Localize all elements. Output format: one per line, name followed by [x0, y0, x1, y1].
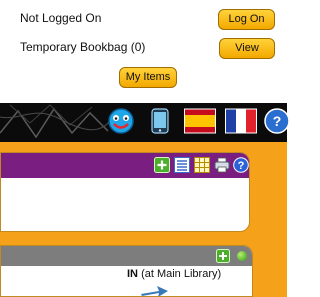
list-view-icon[interactable] [174, 157, 190, 173]
add-icon[interactable] [216, 249, 230, 263]
svg-text:?: ? [238, 160, 245, 172]
add-icon[interactable] [154, 157, 170, 173]
account-panel: Not Logged On Log On Temporary Bookbag (… [0, 0, 287, 96]
status-dot-icon [237, 251, 247, 261]
grid-view-icon[interactable] [194, 157, 210, 173]
phone-icon[interactable] [151, 108, 169, 134]
login-status-text: Not Logged On [20, 11, 102, 25]
availability-status: IN [127, 268, 138, 280]
record-panel: IN (at Main Library) [0, 245, 253, 297]
print-icon[interactable] [214, 157, 230, 173]
my-items-button[interactable]: My Items [119, 67, 177, 88]
search-panel: ? [0, 152, 250, 232]
bookbag-status-text: Temporary Bookbag (0) [20, 40, 146, 54]
search-panel-header: ? [1, 153, 249, 178]
svg-text:?: ? [273, 113, 282, 129]
help-globe-icon[interactable]: ? [264, 108, 290, 134]
smiley-icon[interactable] [106, 108, 136, 134]
arrow-icon [141, 286, 168, 296]
availability-text: IN (at Main Library) [127, 268, 221, 280]
help-icon[interactable]: ? [233, 157, 249, 173]
availability-location: (at Main Library) [141, 268, 222, 280]
record-panel-header [1, 246, 252, 266]
log-on-button[interactable]: Log On [218, 9, 275, 30]
view-bookbag-button[interactable]: View [219, 38, 275, 59]
france-flag-icon[interactable] [225, 108, 257, 134]
spain-flag-icon[interactable] [184, 108, 216, 134]
